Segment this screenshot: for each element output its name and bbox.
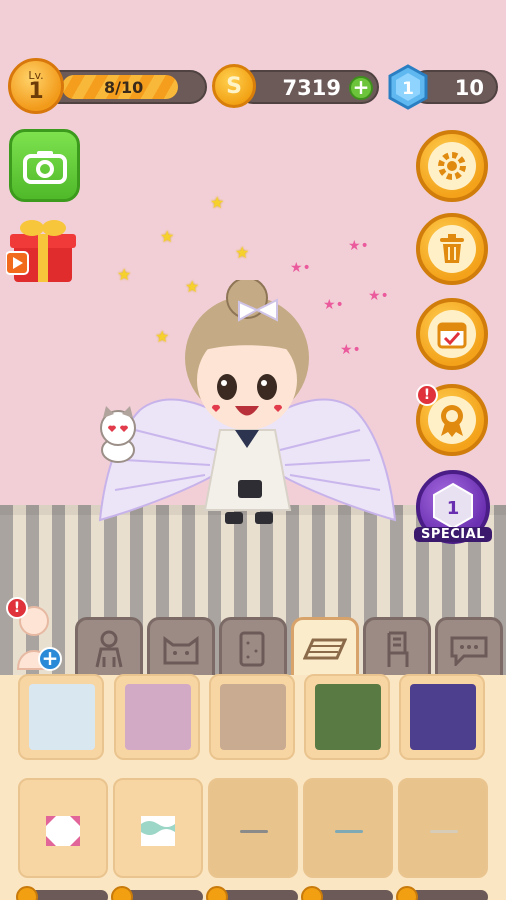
camera-button[interactable] (9, 129, 80, 202)
floor-icon (303, 638, 347, 659)
avatar-alert-badge: ! (6, 597, 28, 619)
special-number: 1 (447, 498, 460, 519)
tab-floor[interactable] (291, 617, 359, 677)
cat-pet[interactable] (90, 404, 142, 466)
wallpaper-icon (239, 631, 265, 666)
cat-icon (163, 635, 199, 664)
pattern-cell[interactable] (208, 778, 298, 878)
star-decoration-icon: ★ (210, 193, 225, 212)
color-swatch-cell[interactable] (18, 674, 104, 760)
color-swatch-cell[interactable] (399, 674, 485, 760)
level-badge: Lv. 1 (8, 58, 64, 114)
delete-button[interactable] (416, 213, 488, 285)
tab-body[interactable] (75, 617, 143, 677)
add-plus-icon: + (38, 647, 62, 671)
pattern-cell[interactable] (398, 778, 488, 878)
coin-icon: S (212, 64, 256, 108)
pattern-cell[interactable] (303, 778, 393, 878)
pink-star-icon: ★• (348, 238, 369, 254)
gift-video-button[interactable] (6, 216, 80, 288)
color-swatch-cell[interactable] (209, 674, 295, 760)
achievements-alert-badge: ! (416, 384, 438, 406)
tab-furniture[interactable] (363, 617, 431, 677)
speech-bubble-icon (450, 636, 488, 666)
gem-amount: 10 (454, 76, 484, 100)
beige-stripe-icon (430, 830, 458, 833)
tab-pets[interactable] (147, 617, 215, 677)
color-swatch (315, 684, 381, 750)
xp-text: 8/10 (104, 78, 144, 97)
ribbon-badge-icon (428, 396, 476, 444)
teal-stripe-icon (335, 830, 363, 833)
color-swatch-cell[interactable] (114, 674, 200, 760)
color-swatch (410, 684, 476, 750)
pattern-cell[interactable] (18, 778, 108, 878)
color-swatch-cell[interactable] (304, 674, 390, 760)
chair-icon (387, 631, 409, 667)
star-decoration-icon: ★ (235, 243, 250, 262)
camera-icon (22, 150, 67, 184)
calendar-button[interactable] (416, 298, 488, 370)
color-swatch (29, 684, 95, 750)
star-decoration-icon: ★ (160, 227, 175, 246)
coin-counter: 7319 + (236, 70, 379, 104)
level-number: 1 (28, 78, 44, 104)
calendar-check-icon (428, 310, 476, 358)
person-icon (95, 630, 123, 667)
pink-star-icon: ★• (290, 260, 311, 276)
mint-pattern-icon (141, 816, 175, 846)
tab-wallpaper[interactable] (219, 617, 287, 677)
add-coins-button[interactable]: + (349, 76, 373, 100)
game-scene: Lv. 1 8/10 7319 + 10 S 1 ★ ★ ★ ★ ★ ★ ★• … (0, 0, 506, 900)
category-tabs (75, 617, 506, 677)
settings-button[interactable] (416, 130, 488, 202)
special-label: SPECIAL (414, 527, 492, 542)
gear-icon (428, 142, 476, 190)
gem-icon: 1 (388, 64, 428, 110)
gray-stripe-icon (240, 830, 268, 833)
coin-amount: 7319 (282, 76, 341, 100)
tab-speech[interactable] (435, 617, 503, 677)
gem-level: 1 (402, 79, 414, 99)
pattern-cell[interactable] (113, 778, 203, 878)
pink-pattern-icon (46, 816, 80, 846)
color-swatch (220, 684, 286, 750)
xp-bar: 8/10 (42, 70, 207, 104)
trash-icon (428, 225, 476, 273)
color-swatch (125, 684, 191, 750)
